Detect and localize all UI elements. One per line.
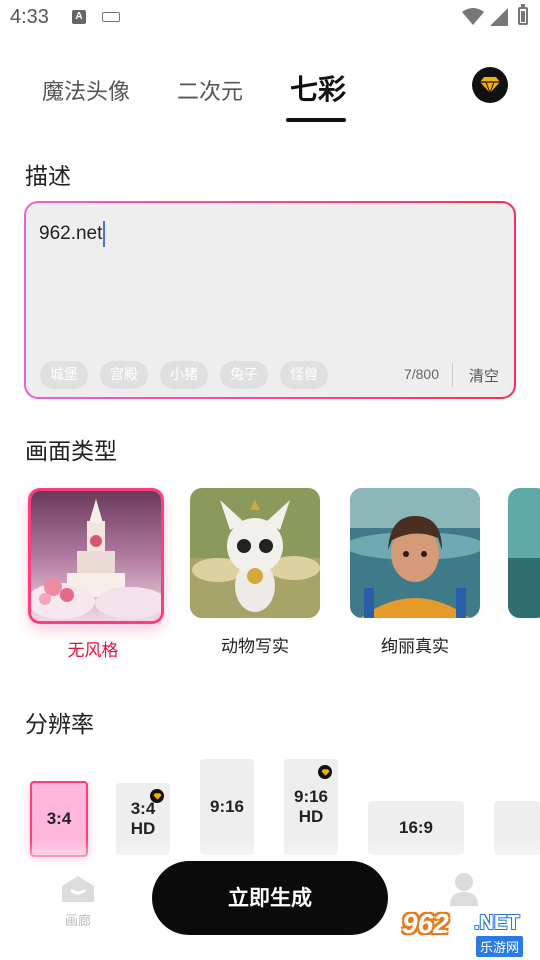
vip-gem-icon (150, 789, 164, 803)
text-caret (103, 221, 106, 247)
style-card-no-style[interactable]: 无风格 (28, 488, 164, 661)
resolution-9-16-ratio: 9:16 (209, 797, 245, 817)
nav-gallery[interactable]: 画廊 (56, 874, 100, 929)
keyboard-icon (102, 12, 120, 22)
chip-piglet[interactable]: 小猪 (160, 361, 208, 389)
description-inner: 962.net 城堡 宫殿 小猪 兔子 怪兽 7/800 清空 (26, 203, 514, 397)
nav-gallery-label: 画廊 (64, 914, 91, 929)
vip-diamond-icon[interactable] (472, 67, 508, 103)
style-type-title: 画面类型 (25, 439, 117, 465)
description-title: 描述 (25, 164, 71, 190)
resolution-3-4-hd-ratio: 3:4 (130, 799, 156, 819)
style-thumb-creature (190, 488, 320, 618)
status-time: 4:33 (10, 6, 49, 28)
chip-palace[interactable]: 宫殿 (100, 361, 148, 389)
tab-colorful[interactable]: 七彩 (290, 68, 346, 108)
wifi-icon (462, 8, 484, 25)
description-value: 962.net (39, 223, 103, 244)
style-thumb-portrait (350, 488, 480, 618)
style-thumb-castle (28, 488, 164, 624)
style-label-animal-realistic: 动物写实 (221, 637, 289, 657)
char-counter: 7/800 (403, 366, 439, 382)
resolution-9-16-hd-tag: HD (298, 807, 324, 826)
active-tab-indicator (286, 118, 346, 122)
tab-magic-avatar[interactable]: 魔法头像 (42, 74, 130, 106)
resolution-3-4-hd-tag: HD (130, 819, 156, 838)
status-bar: 4:33 A (0, 0, 540, 38)
chip-castle[interactable]: 城堡 (40, 361, 88, 389)
profile-icon (450, 873, 478, 906)
watermark-net: .NET (474, 912, 520, 934)
style-label-no-style: 无风格 (67, 641, 119, 661)
resolution-3-4-ratio: 3:4 (46, 809, 72, 829)
watermark-sub: 乐游网 (476, 936, 524, 957)
style-card-vivid-real[interactable]: 绚丽真实 (350, 488, 480, 657)
battery-icon (518, 4, 528, 25)
watermark-number: 962 (402, 908, 449, 939)
nav-profile[interactable] (448, 872, 482, 910)
style-card-partial[interactable] (508, 488, 540, 618)
category-tabs: 魔法头像 二次元 七彩 (0, 60, 540, 130)
description-input[interactable]: 962.net (39, 221, 106, 247)
signal-icon (490, 8, 508, 26)
generate-now-button[interactable]: 立即生成 (152, 861, 388, 935)
chip-rabbit[interactable]: 兔子 (220, 361, 268, 389)
tab-anime[interactable]: 二次元 (177, 74, 243, 106)
description-box: 962.net 城堡 宫殿 小猪 兔子 怪兽 7/800 清空 (24, 201, 516, 399)
style-card-animal-realistic[interactable]: 动物写实 (190, 488, 320, 657)
style-thumb-partial (508, 488, 540, 618)
counter-divider (452, 363, 453, 387)
clear-button[interactable]: 清空 (469, 365, 499, 386)
chip-monster[interactable]: 怪兽 (280, 361, 328, 389)
resolution-9-16-hd-ratio: 9:16 (293, 787, 329, 807)
style-type-list: 无风格 动物写实 绚丽真实 (0, 480, 540, 661)
suggestion-chips: 城堡 宫殿 小猪 兔子 怪兽 (40, 361, 328, 389)
gallery-home-icon (62, 876, 94, 902)
style-label-vivid-real: 绚丽真实 (381, 637, 449, 657)
watermark-logo: 962 .NET 乐游网 (402, 908, 536, 957)
resolution-16-9-ratio: 16:9 (398, 818, 434, 838)
a-notification-icon: A (72, 10, 86, 24)
vip-gem-icon (318, 765, 332, 779)
resolution-title: 分辨率 (25, 712, 94, 738)
